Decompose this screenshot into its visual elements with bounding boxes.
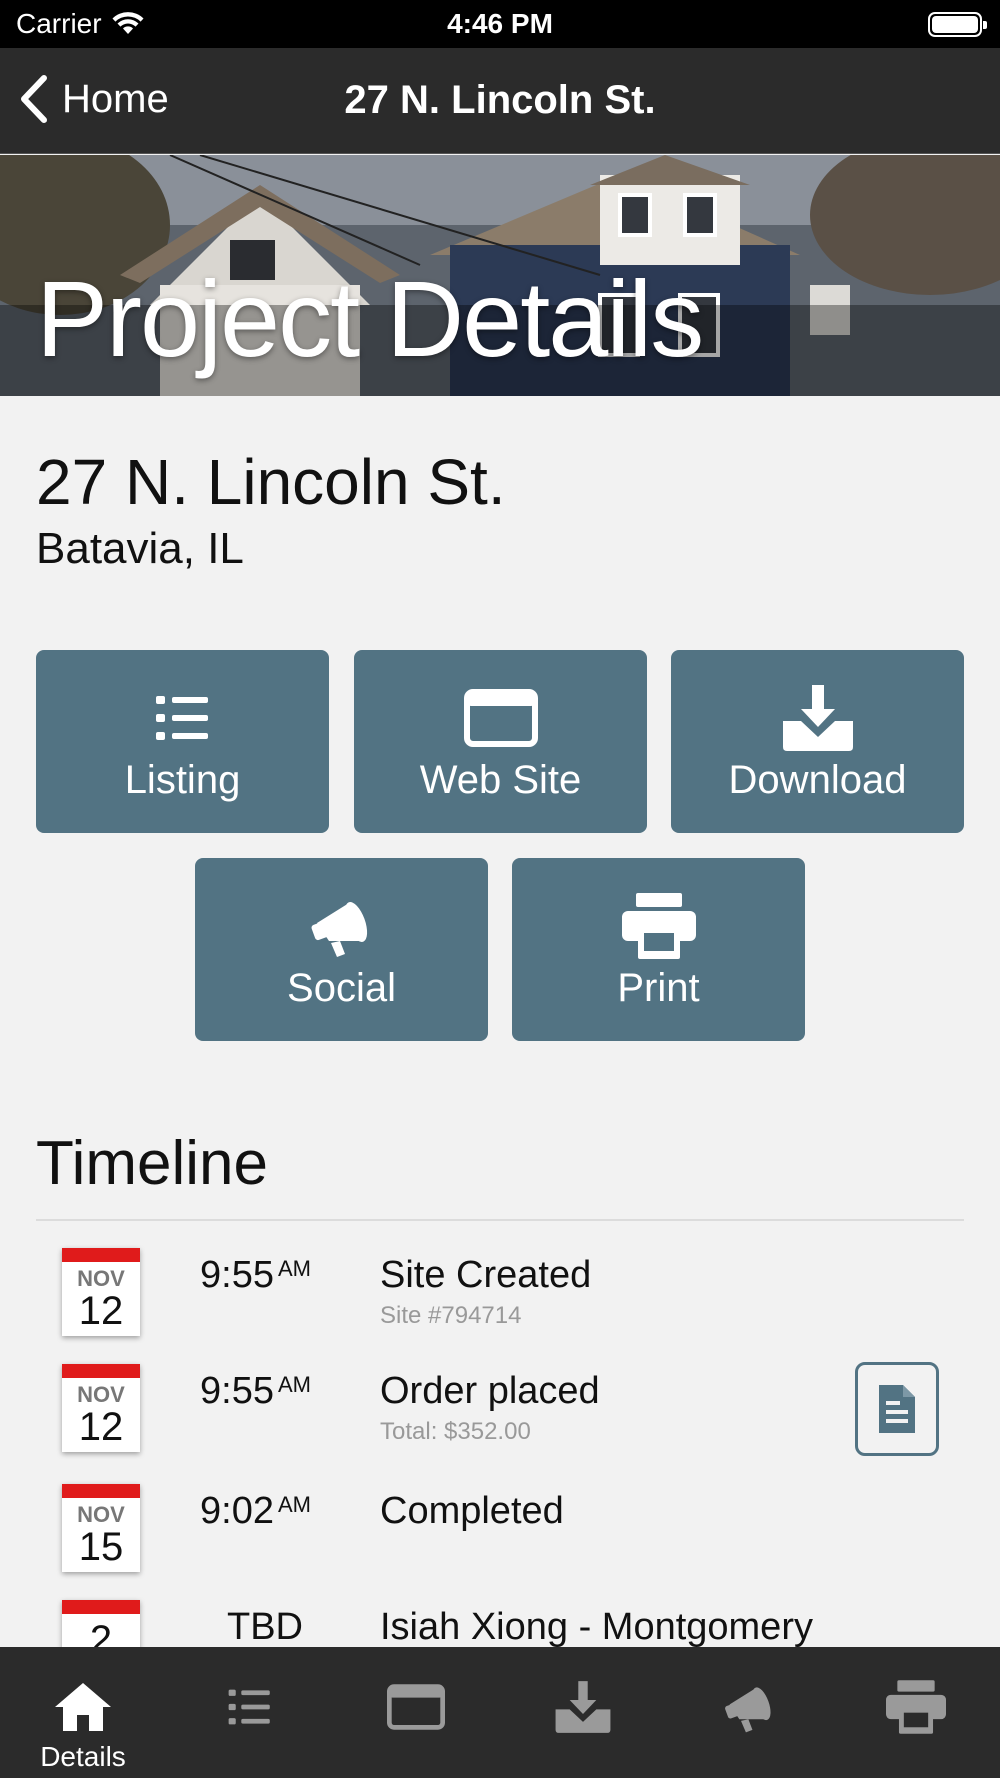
time-ampm: AM [277, 1492, 311, 1517]
list-icon [155, 696, 208, 740]
download-icon [782, 685, 853, 751]
calendar-day: 15 [78, 1525, 124, 1569]
hero-title: Project Details [36, 258, 704, 379]
printer-icon [886, 1680, 946, 1734]
browser-window-icon [463, 689, 538, 747]
download-label: Download [728, 758, 907, 802]
listing-button[interactable]: Listing [36, 650, 329, 833]
megaphone-icon [725, 1687, 771, 1733]
social-button[interactable]: Social [195, 858, 488, 1041]
calendar-icon: NOV 12 [62, 1364, 140, 1452]
timeline-time: 9:55 AM [200, 1370, 330, 1413]
status-time: 4:46 PM [447, 8, 553, 39]
timeline-divider [36, 1219, 964, 1221]
time-value: 9:55 [200, 1254, 274, 1296]
tab-social[interactable] [690, 1647, 810, 1778]
document-icon [879, 1385, 915, 1433]
browser-window-icon [387, 1684, 445, 1730]
tab-details[interactable]: Details [23, 1647, 143, 1778]
timeline-subtitle: Site #794714 [380, 1302, 522, 1329]
navigation-bar: Home 27 N. Lincoln St. [0, 48, 1000, 154]
calendar-month: NOV [77, 1502, 125, 1527]
list-icon [228, 1689, 270, 1725]
megaphone-icon [311, 902, 367, 957]
timeline-time: 9:55 AM [200, 1254, 330, 1297]
home-icon [55, 1683, 111, 1731]
address-street: 27 N. Lincoln St. [36, 446, 506, 518]
time-ampm: AM [277, 1372, 311, 1397]
web-site-label: Web Site [419, 758, 582, 802]
view-order-document-button[interactable] [855, 1362, 939, 1456]
address-city: Batavia, IL [36, 524, 244, 573]
listing-label: Listing [124, 758, 241, 802]
tab-web-site[interactable] [356, 1647, 476, 1778]
timeline-title: Order placed [380, 1370, 600, 1412]
calendar-icon: NOV 12 [62, 1248, 140, 1336]
time-value: 9:55 [200, 1370, 274, 1412]
back-button[interactable]: Home [18, 74, 169, 124]
chevron-left-icon [21, 75, 47, 123]
battery-icon [928, 12, 987, 37]
download-button[interactable]: Download [671, 650, 964, 833]
printer-icon [621, 893, 696, 959]
timeline-title: Site Created [380, 1254, 592, 1296]
tab-details-label: Details [40, 1741, 126, 1772]
calendar-day: 12 [78, 1289, 124, 1333]
print-label: Print [617, 966, 700, 1010]
hero-banner: Project Details [0, 155, 1000, 396]
calendar-icon: NOV 15 [62, 1484, 140, 1572]
timeline-time: 9:02 AM [200, 1490, 330, 1533]
back-label: Home [62, 76, 169, 121]
time-ampm: AM [277, 1256, 311, 1281]
social-label: Social [287, 966, 396, 1010]
tab-print[interactable] [856, 1647, 976, 1778]
tab-download[interactable] [523, 1647, 643, 1778]
calendar-month: NOV [77, 1382, 125, 1407]
timeline-time: TBD [227, 1606, 303, 1648]
download-icon [555, 1681, 611, 1733]
timeline-title: Completed [380, 1490, 564, 1532]
timeline-heading: Timeline [36, 1129, 268, 1198]
calendar-month: NOV [77, 1266, 125, 1291]
tab-bar: Details [0, 1647, 1000, 1778]
tab-listing[interactable] [190, 1647, 310, 1778]
timeline-title: Isiah Xiong - Montgomery [380, 1606, 813, 1648]
timeline-subtitle: Total: $352.00 [380, 1418, 531, 1445]
calendar-day: 12 [78, 1405, 124, 1449]
web-site-button[interactable]: Web Site [354, 650, 647, 833]
status-bar: Carrier 4:46 PM [0, 0, 1000, 48]
time-value: 9:02 [200, 1490, 274, 1532]
print-button[interactable]: Print [512, 858, 805, 1041]
